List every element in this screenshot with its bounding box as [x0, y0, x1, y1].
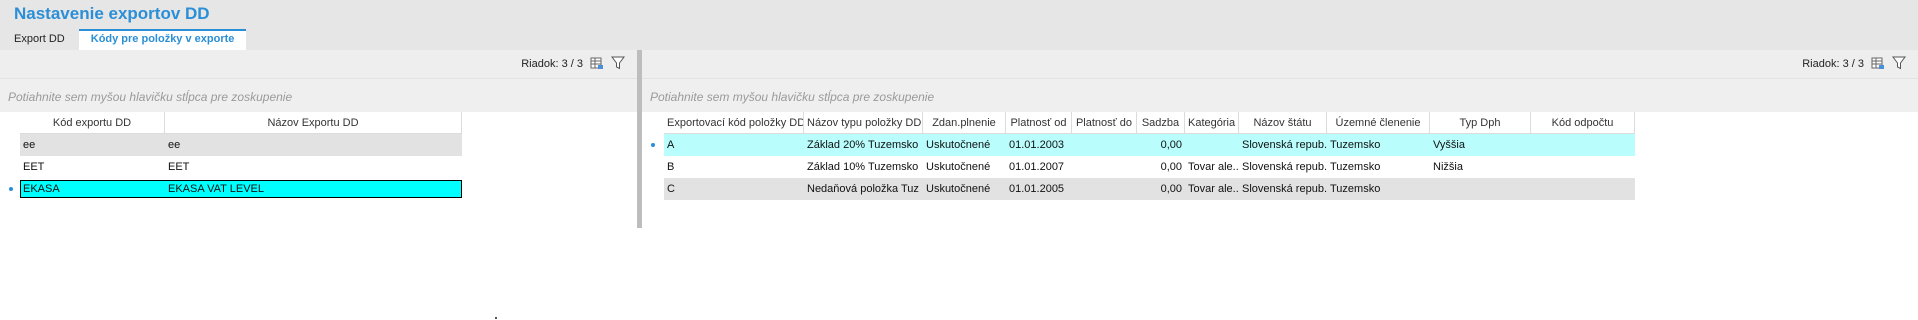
- cell-platnost-od: 01.01.2007: [1009, 161, 1065, 173]
- row-indicator: [0, 178, 22, 200]
- table-row-selected[interactable]: EKASA EKASA VAT LEVEL: [0, 178, 462, 200]
- cell-nazov-statu: Slovenská repub...: [1242, 183, 1327, 195]
- cell-platnost-do: [1072, 156, 1137, 178]
- column-header-nazov-exportu[interactable]: Názov Exportu DD: [165, 112, 462, 134]
- column-header-exportovaci-kod[interactable]: Exportovací kód položky DD ⁄: [664, 112, 804, 134]
- cell-exportovaci-kod: A: [667, 139, 675, 151]
- filter-icon[interactable]: [611, 56, 625, 70]
- left-panel: Riadok: 3 / 3 Potiahnite sem myšou hlavi…: [0, 50, 637, 228]
- right-grid: Exportovací kód položky DD ⁄ Názov typu …: [642, 112, 1854, 200]
- tab-export-dd[interactable]: Export DD: [0, 29, 79, 50]
- row-indicator: [0, 134, 22, 156]
- cell-nazov-statu: Slovenská repub...: [1242, 161, 1327, 173]
- left-grid-header: Kód exportu DD Názov Exportu DD: [0, 112, 462, 134]
- cell-kod-odpoctu: [1531, 134, 1635, 156]
- row-indicator: [642, 156, 664, 178]
- row-count: Riadok: 3 / 3: [521, 58, 583, 70]
- cell-sadzba: 0,00: [1160, 139, 1182, 151]
- cell-exportovaci-kod: B: [667, 161, 675, 173]
- column-header-nazov-typu[interactable]: Názov typu položky DD: [804, 112, 923, 134]
- app-window: Nastavenie exportov DD Export DD Kódy pr…: [0, 0, 1918, 320]
- page-title: Nastavenie exportov DD: [14, 4, 210, 23]
- column-header-label: Exportovací kód položky DD: [667, 117, 804, 129]
- cell-kod-exportu: ee: [23, 139, 36, 151]
- cell-uzemne-clenenie: Tuzemsko: [1330, 183, 1381, 195]
- column-header-platnost-do[interactable]: Platnosť do: [1072, 112, 1137, 134]
- table-row[interactable]: B Základ 10% Tuzemsko Uskutočnené 01.01.…: [642, 156, 1854, 178]
- cell-platnost-od: 01.01.2003: [1009, 139, 1065, 151]
- cell-typ-dph: Nižšia: [1433, 161, 1463, 173]
- cell-kod-exportu: EET: [23, 161, 45, 173]
- right-panel: Riadok: 3 / 3 Potiahnite sem myšou hlavi…: [642, 50, 1918, 228]
- group-hint: Potiahnite sem myšou hlavičku stĺpca pre…: [8, 90, 293, 104]
- column-header-zdan-plnenie[interactable]: Zdan.plnenie: [923, 112, 1006, 134]
- left-toolbar: Riadok: 3 / 3: [0, 50, 637, 78]
- cell-nazov-typu: Základ 10% Tuzemsko: [807, 161, 919, 173]
- left-grid: Kód exportu DD Názov Exportu DD ee ee EE…: [0, 112, 462, 200]
- column-header-nazov-statu[interactable]: Názov štátu: [1239, 112, 1327, 134]
- cell-platnost-do: [1072, 134, 1137, 156]
- cell-kategoria: Tovar ale...: [1188, 183, 1239, 195]
- current-row-dot: [651, 143, 655, 147]
- right-toolbar: Riadok: 3 / 3: [642, 50, 1918, 78]
- cell-nazov-statu: Slovenská repub...: [1242, 139, 1327, 151]
- row-indicator: [0, 156, 22, 178]
- cell-sadzba: 0,00: [1160, 161, 1182, 173]
- cell-nazov-typu: Základ 20% Tuzemsko: [807, 139, 919, 151]
- cell-nazov-typu: Nedaňová položka Tuz: [807, 183, 919, 195]
- export-icon[interactable]: [1871, 56, 1885, 70]
- column-header-kod-odpoctu[interactable]: Kód odpočtu: [1531, 112, 1635, 134]
- group-hint: Potiahnite sem myšou hlavičku stĺpca pre…: [650, 90, 935, 104]
- mouse-cursor-artifact: [495, 317, 497, 319]
- cell-exportovaci-kod: C: [667, 183, 675, 195]
- row-indicator: [642, 134, 664, 156]
- cell-zdan-plnenie: Uskutočnené: [926, 139, 991, 151]
- cell-nazov-exportu: ee: [168, 139, 181, 151]
- group-by-area[interactable]: Potiahnite sem myšou hlavičku stĺpca pre…: [642, 78, 1918, 112]
- cell-kod-exportu: EKASA: [23, 183, 60, 195]
- column-header-uzemne-clenenie[interactable]: Územné členenie: [1327, 112, 1430, 134]
- right-grid-header: Exportovací kód položky DD ⁄ Názov typu …: [642, 112, 1854, 134]
- export-icon[interactable]: [590, 56, 604, 70]
- table-row[interactable]: C Nedaňová položka Tuz Uskutočnené 01.01…: [642, 178, 1854, 200]
- cell-zdan-plnenie: Uskutočnené: [926, 161, 991, 173]
- cell-platnost-od: 01.01.2005: [1009, 183, 1065, 195]
- column-header-kod-exportu[interactable]: Kód exportu DD: [20, 112, 165, 134]
- cell-uzemne-clenenie: Tuzemsko: [1330, 139, 1381, 151]
- cell-typ-dph: Vyššia: [1433, 139, 1465, 151]
- cell-kod-odpoctu: [1531, 178, 1635, 200]
- cell-typ-dph: [1430, 178, 1531, 200]
- tab-bar: Export DD Kódy pre položky v exporte: [0, 29, 247, 50]
- column-header-kategoria[interactable]: Kategória: [1185, 112, 1239, 134]
- tab-kody-pre-polozky[interactable]: Kódy pre položky v exporte: [78, 29, 247, 50]
- cell-sadzba: 0,00: [1160, 183, 1182, 195]
- row-indicator: [642, 178, 664, 200]
- cell-nazov-exportu: EKASA VAT LEVEL: [168, 183, 264, 195]
- current-row-dot: [9, 187, 13, 191]
- cell-uzemne-clenenie: Tuzemsko: [1330, 161, 1381, 173]
- cell-kod-odpoctu: [1531, 156, 1635, 178]
- column-header-typ-dph[interactable]: Typ Dph: [1430, 112, 1531, 134]
- table-row[interactable]: ee ee: [0, 134, 462, 156]
- column-header-platnost-od[interactable]: Platnosť od: [1006, 112, 1072, 134]
- cell-kategoria: Tovar ale...: [1188, 161, 1239, 173]
- group-by-area[interactable]: Potiahnite sem myšou hlavičku stĺpca pre…: [0, 78, 637, 112]
- row-count: Riadok: 3 / 3: [1802, 58, 1864, 70]
- filter-icon[interactable]: [1892, 56, 1906, 70]
- cell-zdan-plnenie: Uskutočnené: [926, 183, 991, 195]
- table-row[interactable]: EET EET: [0, 156, 462, 178]
- header: Nastavenie exportov DD Export DD Kódy pr…: [0, 0, 1918, 50]
- cell-platnost-do: [1072, 178, 1137, 200]
- cell-kategoria: [1185, 134, 1239, 156]
- cell-nazov-exportu: EET: [168, 161, 190, 173]
- column-header-sadzba[interactable]: Sadzba: [1137, 112, 1185, 134]
- table-row-current[interactable]: A Základ 20% Tuzemsko Uskutočnené 01.01.…: [642, 134, 1854, 156]
